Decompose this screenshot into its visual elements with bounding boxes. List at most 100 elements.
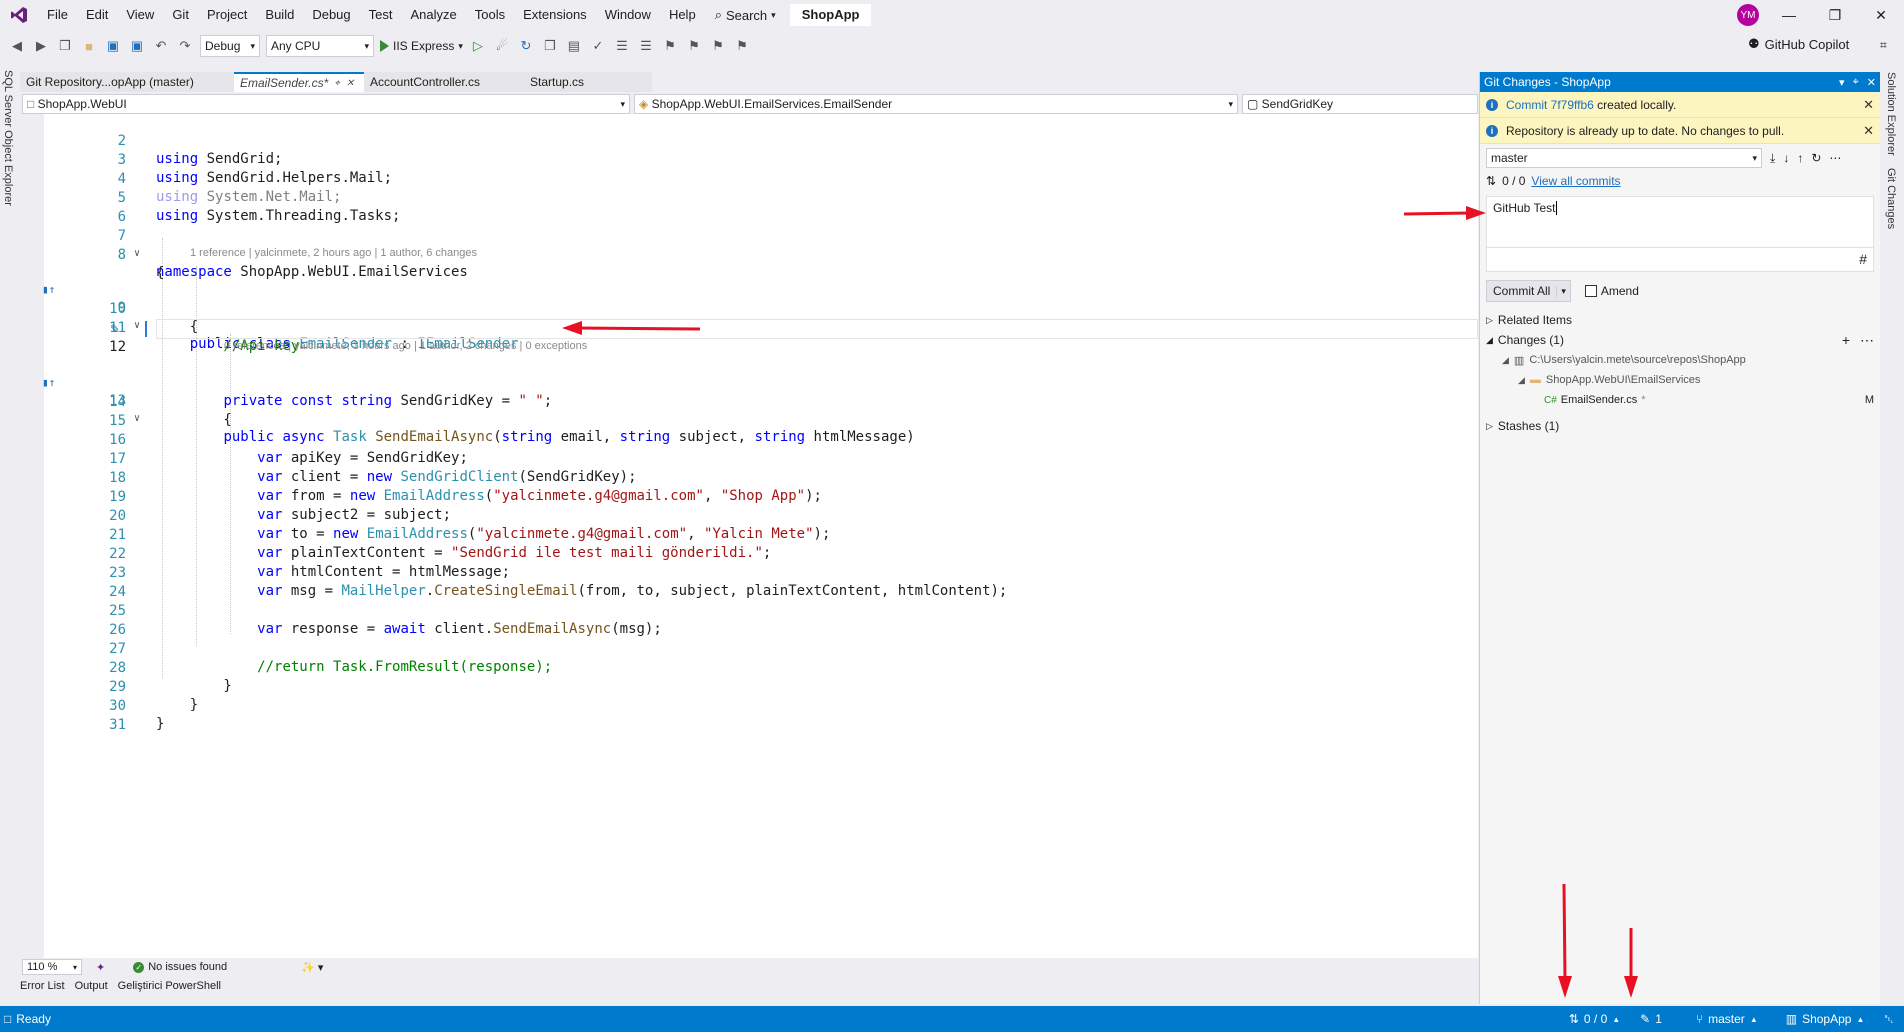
back-icon[interactable]: ◀	[8, 37, 26, 55]
tab-emailsender[interactable]: EmailSender.cs* ⌖ ✕	[234, 72, 364, 92]
related-items-row[interactable]: ▷ Related Items	[1486, 310, 1874, 330]
tab-accountcontroller[interactable]: AccountController.cs	[364, 72, 524, 92]
menu-project[interactable]: Project	[198, 0, 256, 30]
type-nav-select[interactable]: ◈ ShopApp.WebUI.EmailServices.EmailSende…	[634, 94, 1238, 114]
notifications-status[interactable]: ␇	[1874, 1012, 1904, 1027]
git-changes-tab[interactable]: Git Changes	[1885, 168, 1897, 229]
new-project-icon[interactable]: ❐	[56, 37, 74, 55]
commit-all-button[interactable]: Commit All ▾	[1486, 280, 1571, 302]
pending-changes-status[interactable]: ✎ 1	[1630, 1012, 1672, 1026]
visual-studio-logo-icon[interactable]	[6, 2, 32, 28]
close-icon[interactable]: ✕	[1863, 97, 1874, 113]
menu-tools[interactable]: Tools	[466, 0, 514, 30]
bookmark-next-icon[interactable]: ⚑	[709, 37, 727, 55]
menu-debug[interactable]: Debug	[303, 0, 359, 30]
layout-icon[interactable]: ▤	[565, 37, 583, 55]
solution-explorer-tab[interactable]: Solution Explorer	[1885, 72, 1897, 156]
commit-info-bar: i Commit 7f79ffb6 created locally. ✕	[1480, 92, 1880, 118]
pin-icon[interactable]: ⌖	[334, 78, 340, 89]
search-box[interactable]: ⌕ Search ▾	[705, 7, 786, 23]
menu-test[interactable]: Test	[360, 0, 402, 30]
browser-link-icon[interactable]: ❐	[541, 37, 559, 55]
more-icon[interactable]: ⋯	[1829, 151, 1841, 165]
sql-server-object-explorer-tab[interactable]: SQL Server Object Explorer	[2, 70, 14, 206]
stage-all-icon[interactable]: +	[1842, 332, 1850, 349]
amend-checkbox[interactable]	[1584, 285, 1597, 297]
dropdown-icon[interactable]: ▾	[1839, 76, 1845, 89]
close-icon[interactable]: ✕	[1858, 7, 1904, 24]
collapse-icon[interactable]: ∨	[134, 245, 140, 263]
menu-window[interactable]: Window	[596, 0, 660, 30]
redo-icon[interactable]: ↷	[176, 37, 194, 55]
undo-icon[interactable]: ↶	[152, 37, 170, 55]
bookmark-icon[interactable]: ⚑	[661, 37, 679, 55]
spell-check-icon[interactable]: ✓	[589, 37, 607, 55]
intellicode-icon[interactable]: ✦	[96, 961, 105, 974]
code-editor[interactable]: 2 using SendGrid; 3 using SendGrid.Helpe…	[22, 114, 1478, 959]
menu-file[interactable]: File	[38, 0, 77, 30]
save-all-icon[interactable]: ▣	[128, 37, 146, 55]
hot-reload-icon[interactable]: ☄	[493, 37, 511, 55]
run-button[interactable]: IIS Express ▾	[380, 39, 463, 53]
tab-git-repository[interactable]: Git Repository...opApp (master)	[20, 72, 234, 92]
bookmark-prev-icon[interactable]: ⚑	[685, 37, 703, 55]
close-icon[interactable]: ✕	[346, 78, 354, 89]
menu-extensions[interactable]: Extensions	[514, 0, 596, 30]
sync-status[interactable]: ⇅ 0 / 0 ▲	[1559, 1012, 1630, 1026]
bookmark-clear-icon[interactable]: ⚑	[733, 37, 751, 55]
tab-error-list[interactable]: Error List	[20, 980, 65, 998]
changed-file-row[interactable]: C# EmailSender.cs * M	[1486, 390, 1874, 410]
hash-reference-icon[interactable]: #	[1859, 251, 1867, 267]
quick-actions-icon[interactable]: ✎	[110, 320, 120, 338]
menu-git[interactable]: Git	[163, 0, 198, 30]
branch-status[interactable]: ⑂ master ▲	[1686, 1012, 1768, 1026]
close-icon[interactable]: ✕	[1867, 76, 1876, 89]
folder-row[interactable]: ◢ ▬ ShopApp.WebUI\EmailServices	[1486, 370, 1874, 390]
sync-icon[interactable]: ↻	[1811, 151, 1821, 165]
commit-message-input[interactable]: GitHub Test	[1486, 196, 1874, 248]
member-nav-select[interactable]: ▢ SendGridKey	[1242, 94, 1478, 114]
chevron-down-icon[interactable]: ▾	[1556, 285, 1570, 297]
zoom-select[interactable]: 110 % ▾	[22, 959, 82, 975]
avatar[interactable]: YM	[1737, 4, 1759, 26]
toolbar-overflow-icon[interactable]: ⌗	[1880, 38, 1887, 53]
stashes-row[interactable]: ▷ Stashes (1)	[1486, 416, 1874, 436]
codelens-hint[interactable]: 0 references | yalcinmete, 3 hours ago |…	[224, 340, 587, 354]
platform-select[interactable]: Any CPU ▾	[266, 35, 374, 57]
close-icon[interactable]: ✕	[1863, 123, 1874, 139]
codelens-hint[interactable]: 1 reference | yalcinmete, 2 hours ago | …	[190, 247, 477, 261]
menu-edit[interactable]: Edit	[77, 0, 117, 30]
save-icon[interactable]: ▣	[104, 37, 122, 55]
comment-icon[interactable]: ☰	[613, 37, 631, 55]
project-nav-select[interactable]: □ ShopApp.WebUI ▾	[22, 94, 630, 114]
repository-status[interactable]: ▥ ShopApp ▲	[1776, 1012, 1875, 1026]
push-icon[interactable]: ↑	[1797, 151, 1803, 165]
menu-help[interactable]: Help	[660, 0, 705, 30]
start-without-debugging-icon[interactable]: ▷	[469, 37, 487, 55]
uncomment-icon[interactable]: ☰	[637, 37, 655, 55]
view-all-commits-link[interactable]: View all commits	[1531, 174, 1620, 188]
forward-icon[interactable]: ▶	[32, 37, 50, 55]
refresh-icon[interactable]: ↻	[517, 37, 535, 55]
configuration-select[interactable]: Debug ▾	[200, 35, 260, 57]
issues-indicator[interactable]: ✓ No issues found	[133, 961, 227, 973]
branch-select[interactable]: master ▾	[1486, 148, 1762, 168]
fetch-icon[interactable]: ⤓	[1770, 151, 1775, 166]
menu-view[interactable]: View	[117, 0, 163, 30]
repo-path-row[interactable]: ◢ ▥ C:\Users\yalcin.mete\source\repos\Sh…	[1486, 350, 1874, 370]
more-icon[interactable]: ⋯	[1860, 332, 1874, 349]
code-cleanup-icon[interactable]: ✨ ▾	[301, 961, 323, 974]
pin-icon[interactable]: ⌖	[1853, 76, 1859, 89]
menu-build[interactable]: Build	[256, 0, 303, 30]
menu-analyze[interactable]: Analyze	[401, 0, 465, 30]
minimize-icon[interactable]: —	[1766, 7, 1812, 23]
changes-row[interactable]: ◢ Changes (1) + ⋯	[1486, 330, 1874, 350]
open-folder-icon[interactable]: ■	[80, 37, 98, 55]
commit-link[interactable]: Commit 7f79ffb6	[1506, 98, 1594, 112]
pull-icon[interactable]: ↓	[1783, 151, 1789, 165]
restore-icon[interactable]: ❐	[1812, 7, 1858, 24]
tab-output[interactable]: Output	[75, 980, 108, 998]
tab-startup[interactable]: Startup.cs	[524, 72, 652, 92]
github-copilot-button[interactable]: ⚉ GitHub Copilot	[1748, 36, 1849, 52]
tab-developer-powershell[interactable]: Geliştirici PowerShell	[118, 980, 221, 998]
